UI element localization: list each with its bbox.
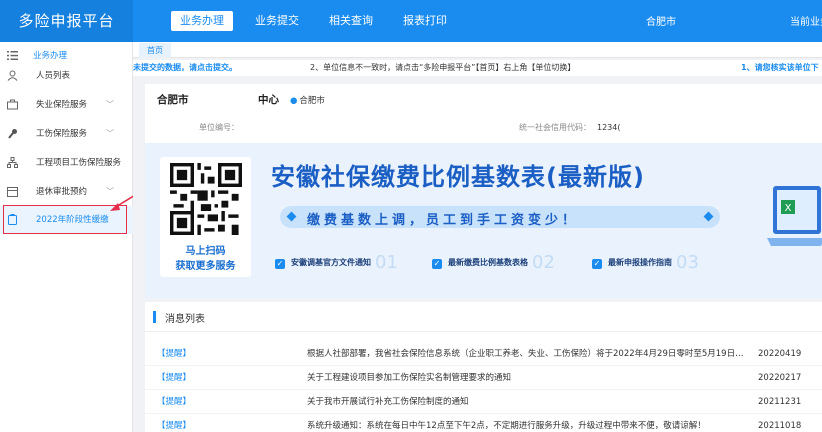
message-tag: 【提醒】 (157, 349, 192, 359)
top-city[interactable]: 合肥市 (646, 13, 676, 28)
notice-marquee: 未提交的数据，请点击提交。 2、单位信息不一致时，请点击“多险申报平台”【首页】… (133, 60, 822, 76)
message-row[interactable]: 【提醒】 关于我市开展试行补充工伤保险制度的通知 20211231 (145, 390, 822, 414)
app-title: 多险申报平台 (0, 0, 133, 42)
title-accent-bar (153, 311, 156, 323)
svg-text:X: X (785, 203, 792, 214)
unit-number-label: 单位编号： (199, 123, 239, 132)
nav-business-handling[interactable]: 业务办理 (171, 11, 233, 31)
tab-home[interactable]: 首页 (139, 43, 171, 58)
qr-panel: 马上扫码 获取更多服务 (160, 157, 251, 277)
message-tag: 【提醒】 (157, 397, 192, 407)
main-content: 首页 未提交的数据，请点击提交。 2、单位信息不一致时，请点击“多险申报平台”【… (133, 42, 822, 432)
banner-link-official-notice[interactable]: ✓ 安徽调基官方文件通知 01 (275, 253, 398, 273)
sidebar-item-label: 工伤保险服务 (36, 129, 88, 139)
menu-list-icon (7, 51, 18, 60)
message-list-card: 消息列表 【提醒】 根据人社部部署，我省社会保险信息系统（企业职工养老、失业、工… (145, 302, 822, 432)
sidebar-item-unemployment[interactable]: 失业保险服务 ﹀ (0, 91, 133, 119)
chevron-down-icon: ﹀ (106, 100, 114, 109)
nav-related-query[interactable]: 相关查询 (329, 11, 373, 31)
message-text[interactable]: 根据人社部部署，我省社会保险信息系统（企业职工养老、失业、工伤保险）将于2022… (307, 342, 749, 366)
sidebar-item-label: 人员列表 (36, 71, 71, 81)
message-text[interactable]: 关于我市开展试行补充工伤保险制度的通知 (307, 390, 749, 414)
checkbox-icon: ✓ (592, 259, 602, 269)
sidebar-item-label: 退休审批预约 (36, 187, 88, 197)
message-row[interactable]: 【提醒】 系统升级通知：系统在每日中午12点至下午2点，不定期进行服务升级，升级… (145, 414, 822, 432)
banner-link-label: 最新申报操作指南 (608, 258, 672, 267)
banner-link-label: 最新缴费比例基数表格 (448, 258, 528, 267)
notice-text-1: 未提交的数据，请点击提交。 (133, 63, 237, 72)
message-tag: 【提醒】 (157, 421, 192, 431)
message-tag: 【提醒】 (157, 373, 192, 383)
message-text[interactable]: 关于工程建设项目参加工伤保险实名制管理要求的通知 (307, 366, 749, 390)
checkbox-icon: ✓ (275, 259, 285, 269)
app-root: 多险申报平台 业务办理 业务提交 相关查询 报表打印 合肥市 当前业务 业务办理… (0, 0, 822, 432)
wrench-icon (8, 129, 17, 139)
message-row[interactable]: 【提醒】 关于工程建设项目参加工伤保险实名制管理要求的通知 20220217 (145, 366, 822, 390)
banner-link-number: 01 (375, 252, 398, 273)
banner-title: 安徽社保缴费比例基数表(最新版) (271, 163, 645, 191)
banner-link-number: 02 (532, 252, 555, 273)
banner-link-base-table[interactable]: ✓ 最新缴费比例基数表格 02 (432, 253, 555, 273)
org-chart-icon (7, 157, 18, 168)
calendar-icon (7, 187, 18, 197)
credit-code-label: 统一社会信用代码： (519, 123, 591, 132)
sidebar-item-work-injury[interactable]: 工伤保险服务 ﹀ (0, 120, 133, 148)
notice-text-2: 2、单位信息不一致时，请点击“多险申报平台”【首页】右上角【单位切换】 (310, 63, 576, 72)
message-date: 20220419 (758, 349, 802, 359)
sidebar: 业务办理 人员列表 失业保险服务 ﹀ 工伤保险服务 ﹀ 工程项目工伤保险服务 退… (0, 42, 133, 432)
banner-subtitle: 缴费基数上调，员工到手工资变少！ (307, 213, 580, 228)
spreadsheet-laptop-icon: X (767, 186, 822, 246)
banner-link-label: 安徽调基官方文件通知 (291, 258, 371, 267)
chevron-down-icon: ﹀ (106, 129, 114, 138)
unit-location: ● 合肥市 (290, 94, 325, 106)
message-list-title: 消息列表 (165, 314, 205, 325)
message-date: 20211231 (758, 397, 802, 407)
notice-text-3: 1、请您核实该单位下 (741, 63, 819, 72)
qr-caption-1: 马上扫码 (185, 246, 226, 257)
unit-city: 合肥市 (157, 94, 189, 106)
credit-code: 统一社会信用代码： 1234( (519, 122, 620, 133)
message-row[interactable]: 【提醒】 根据人社部部署，我省社会保险信息系统（企业职工养老、失业、工伤保险）将… (145, 342, 822, 366)
top-bar: 多险申报平台 业务办理 业务提交 相关查询 报表打印 合肥市 当前业务 (0, 0, 822, 42)
person-icon (7, 70, 18, 81)
nav-report-print[interactable]: 报表打印 (403, 11, 447, 31)
unit-center: 中心 (258, 94, 279, 106)
location-text: 合肥市 (299, 96, 325, 106)
promo-banner[interactable]: 马上扫码 获取更多服务 安徽社保缴费比例基数表(最新版) 缴费基数上调，员工到手… (145, 143, 822, 298)
credit-code-value: 1234( (597, 123, 621, 132)
message-date: 20211018 (758, 421, 802, 431)
location-pin-icon: ● (290, 96, 298, 106)
sidebar-item-label: 失业保险服务 (36, 100, 88, 110)
sidebar-item-project-injury[interactable]: 工程项目工伤保险服务 (0, 149, 133, 177)
top-current-business[interactable]: 当前业务 (790, 13, 822, 28)
banner-link-number: 03 (676, 252, 699, 273)
qr-code-icon (170, 163, 242, 235)
message-list-header: 消息列表 (145, 302, 822, 332)
message-text[interactable]: 系统升级通知：系统在每日中午12点至下午2点，不定期进行服务升级，升级过程中带来… (307, 414, 749, 432)
sidebar-item-label: 工程项目工伤保险服务 (36, 158, 122, 168)
message-date: 20220217 (758, 373, 802, 383)
checkbox-icon: ✓ (432, 259, 442, 269)
tab-bar: 首页 (133, 42, 822, 58)
briefcase-icon (7, 99, 18, 110)
sidebar-item-person-list[interactable]: 人员列表 (0, 62, 133, 90)
nav-business-submit[interactable]: 业务提交 (255, 11, 299, 31)
qr-caption-2: 获取更多服务 (175, 261, 236, 272)
banner-link-guide[interactable]: ✓ 最新申报操作指南 03 (592, 253, 699, 273)
